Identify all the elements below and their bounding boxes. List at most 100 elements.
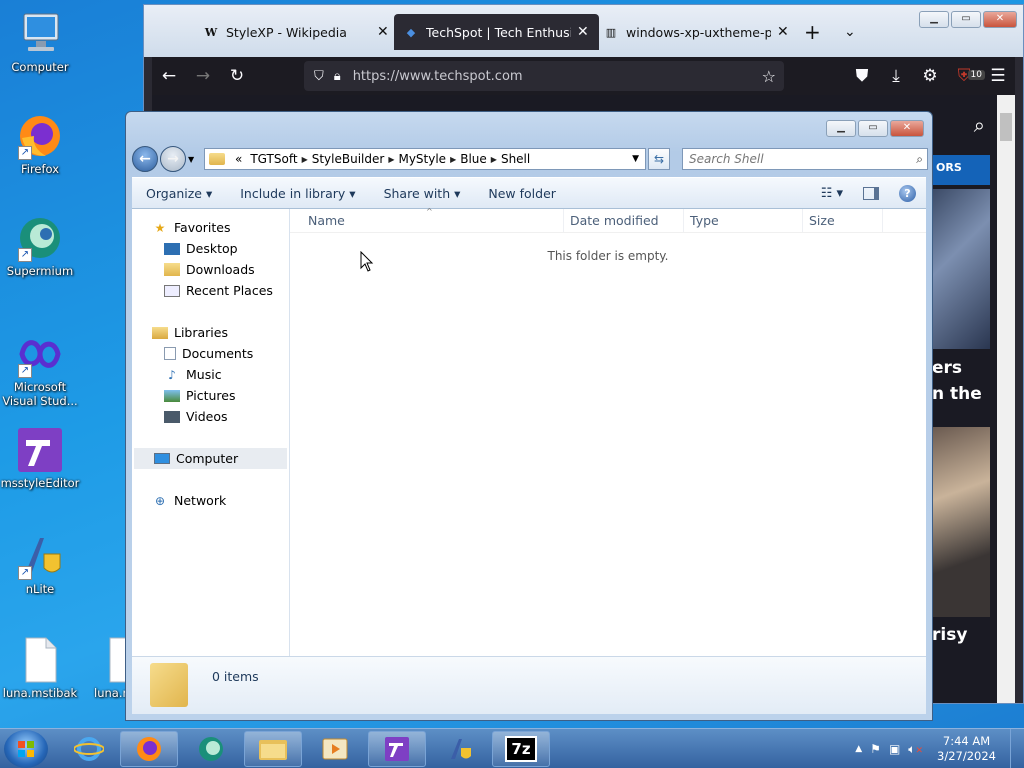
desktop-icon-msstyleeditor[interactable]: msstyleEditor — [0, 426, 80, 490]
action-center-flag-icon[interactable]: ⚑ — [870, 742, 881, 756]
url-bar[interactable]: ⛉ 🔒︎ https://www.techspot.com ☆ — [304, 61, 784, 91]
breadcrumb-overflow[interactable]: « — [235, 152, 242, 166]
nav-music[interactable]: ♪ Music — [132, 364, 289, 385]
forward-arrow-icon[interactable]: → — [160, 146, 186, 172]
reload-icon[interactable]: ↻ — [220, 66, 254, 86]
maximize-icon[interactable]: ▭ — [951, 11, 981, 28]
tab-techspot[interactable]: ◆ TechSpot | Tech Enthusiast ✕ — [394, 14, 599, 50]
refresh-icon[interactable]: ⇆ — [648, 148, 670, 170]
taskbar-7zip-icon[interactable]: 7z — [492, 731, 550, 767]
menu-icon[interactable]: ☰ — [981, 66, 1015, 86]
address-dropdown-icon[interactable]: ▼ — [632, 154, 639, 164]
taskbar-msstyleeditor-icon[interactable] — [368, 731, 426, 767]
file-list[interactable]: Name ^ Date modified Type Size This folde… — [290, 207, 926, 656]
close-tab-icon[interactable]: ✕ — [377, 24, 389, 40]
site-search-icon[interactable]: ⌕ — [974, 113, 985, 137]
explorer-window[interactable]: ▁ ▭ ✕ ← → ▼ « TGTSoft ▶ StyleBuilder ▶ MyS… — [125, 111, 933, 721]
nav-favorites[interactable]: ★ Favorites — [132, 217, 289, 238]
breadcrumb-arrow-icon[interactable]: ▶ — [450, 155, 456, 164]
organize-button[interactable]: Organize ▾ — [132, 186, 226, 201]
bookmark-star-icon[interactable]: ☆ — [762, 67, 776, 86]
close-tab-icon[interactable]: ✕ — [777, 24, 789, 40]
tab-stylexp-wikipedia[interactable]: W StyleXP - Wikipedia ✕ — [194, 14, 399, 50]
close-icon[interactable]: ✕ — [983, 11, 1017, 28]
nav-desktop[interactable]: Desktop — [132, 238, 289, 259]
search-icon[interactable]: ⌕ — [916, 152, 923, 167]
nav-videos[interactable]: Videos — [132, 406, 289, 427]
address-bar[interactable]: « TGTSoft ▶ StyleBuilder ▶ MyStyle ▶ Blue ▶ … — [204, 148, 646, 170]
start-button[interactable] — [4, 730, 48, 768]
taskbar-explorer-icon[interactable] — [244, 731, 302, 767]
breadcrumb-arrow-icon[interactable]: ▶ — [388, 155, 394, 164]
nav-network[interactable]: ⊕ Network — [132, 490, 289, 511]
nav-computer[interactable]: Computer — [134, 448, 287, 469]
new-folder-button[interactable]: New folder — [474, 186, 570, 201]
network-tray-icon[interactable]: ▣ — [889, 742, 900, 756]
breadcrumb-mystyle[interactable]: MyStyle — [398, 152, 446, 166]
list-tabs-button[interactable]: ⌄ — [834, 14, 866, 50]
nav-documents[interactable]: Documents — [132, 343, 289, 364]
shield-icon[interactable]: ⛉ — [314, 69, 324, 84]
page-scrollbar[interactable] — [997, 95, 1015, 703]
breadcrumb-arrow-icon[interactable]: ▶ — [302, 155, 308, 164]
close-icon[interactable]: ✕ — [890, 120, 924, 137]
breadcrumb-tgtsoft[interactable]: TGTSoft — [250, 152, 297, 166]
desktop-icon-luna-mstibak[interactable]: luna.mstibak — [0, 636, 80, 700]
desktop-icon-supermium[interactable]: ↗ Supermium — [0, 214, 80, 278]
share-with-button[interactable]: Share with ▾ — [370, 186, 475, 201]
minimize-icon[interactable]: ▁ — [919, 11, 949, 28]
desktop-icon-firefox[interactable]: ↗ Firefox — [0, 112, 80, 176]
include-in-library-button[interactable]: Include in library ▾ — [226, 186, 369, 201]
desktop-icon-luna-n[interactable]: luna.n — [80, 636, 126, 700]
back-arrow-icon[interactable]: ← — [152, 66, 186, 86]
extensions-icon[interactable]: ⚙ — [913, 66, 947, 86]
column-size[interactable]: Size — [803, 209, 883, 232]
downloads-icon[interactable]: ⤓ — [879, 66, 913, 86]
maximize-icon[interactable]: ▭ — [858, 120, 888, 137]
recent-pages-chevron-icon[interactable]: ▼ — [188, 155, 194, 164]
article-headline[interactable]: ers n the — [932, 349, 990, 407]
desktop-icon-nlite[interactable]: ↗ nLite — [0, 532, 80, 596]
ublock-icon[interactable]: ⛨ 10 — [947, 66, 985, 86]
article-image[interactable] — [932, 189, 990, 349]
nav-recent-places[interactable]: Recent Places — [132, 280, 289, 301]
minimize-icon[interactable]: ▁ — [826, 120, 856, 137]
new-tab-button[interactable]: + — [794, 14, 831, 50]
desktop-icon-computer[interactable]: Computer — [0, 10, 80, 74]
taskbar-firefox-icon[interactable] — [120, 731, 178, 767]
search-input[interactable]: Search Shell ⌕ — [682, 148, 928, 170]
volume-muted-icon[interactable]: 🔈︎✕ — [908, 742, 923, 757]
tab-windows-xp-uxtheme[interactable]: ▥ windows-xp-uxtheme-patc ✕ — [594, 14, 799, 50]
lock-icon[interactable]: 🔒︎ — [334, 69, 341, 84]
article-image[interactable] — [932, 427, 990, 617]
breadcrumb-blue[interactable]: Blue — [460, 152, 487, 166]
article-headline[interactable]: risy — [932, 617, 990, 645]
pocket-icon[interactable]: ⛊ — [845, 66, 879, 86]
breadcrumb-arrow-icon[interactable]: ▶ — [491, 155, 497, 164]
close-tab-icon[interactable]: ✕ — [577, 24, 589, 40]
breadcrumb-shell[interactable]: Shell — [501, 152, 530, 166]
column-name[interactable]: Name ^ — [290, 207, 564, 232]
show-desktop-button[interactable] — [1010, 729, 1024, 768]
taskbar-nlite-icon[interactable] — [430, 731, 488, 767]
column-type[interactable]: Type — [684, 209, 803, 232]
column-date-modified[interactable]: Date modified — [564, 209, 684, 232]
preview-pane-icon[interactable] — [863, 186, 879, 200]
nav-libraries[interactable]: Libraries — [132, 322, 289, 343]
show-hidden-icons-icon[interactable]: ▲ — [855, 744, 862, 754]
taskbar-supermium-icon[interactable] — [182, 731, 240, 767]
desktop-icon-visual-studio[interactable]: ↗ Microsoft Visual Stud... — [0, 330, 80, 408]
change-view-icon[interactable]: ☷ ▾ — [821, 186, 843, 201]
back-arrow-icon[interactable]: ← — [132, 146, 158, 172]
clock[interactable]: 7:44 AM 3/27/2024 — [937, 734, 996, 764]
browser-toolbar-right: ⛊ ⤓ ⚙ ⛨ 10 ☰ — [845, 66, 1015, 86]
help-icon[interactable]: ? — [899, 184, 916, 202]
explorer-titlebar[interactable]: ▁ ▭ ✕ — [132, 112, 926, 144]
forward-arrow-icon[interactable]: → — [186, 66, 220, 86]
breadcrumb-stylebuilder[interactable]: StyleBuilder — [312, 152, 385, 166]
internet-explorer-icon[interactable] — [60, 731, 118, 767]
nav-pictures[interactable]: Pictures — [132, 385, 289, 406]
nav-downloads[interactable]: Downloads — [132, 259, 289, 280]
scrollbar-thumb[interactable] — [1000, 113, 1012, 141]
taskbar-media-player-icon[interactable] — [306, 731, 364, 767]
